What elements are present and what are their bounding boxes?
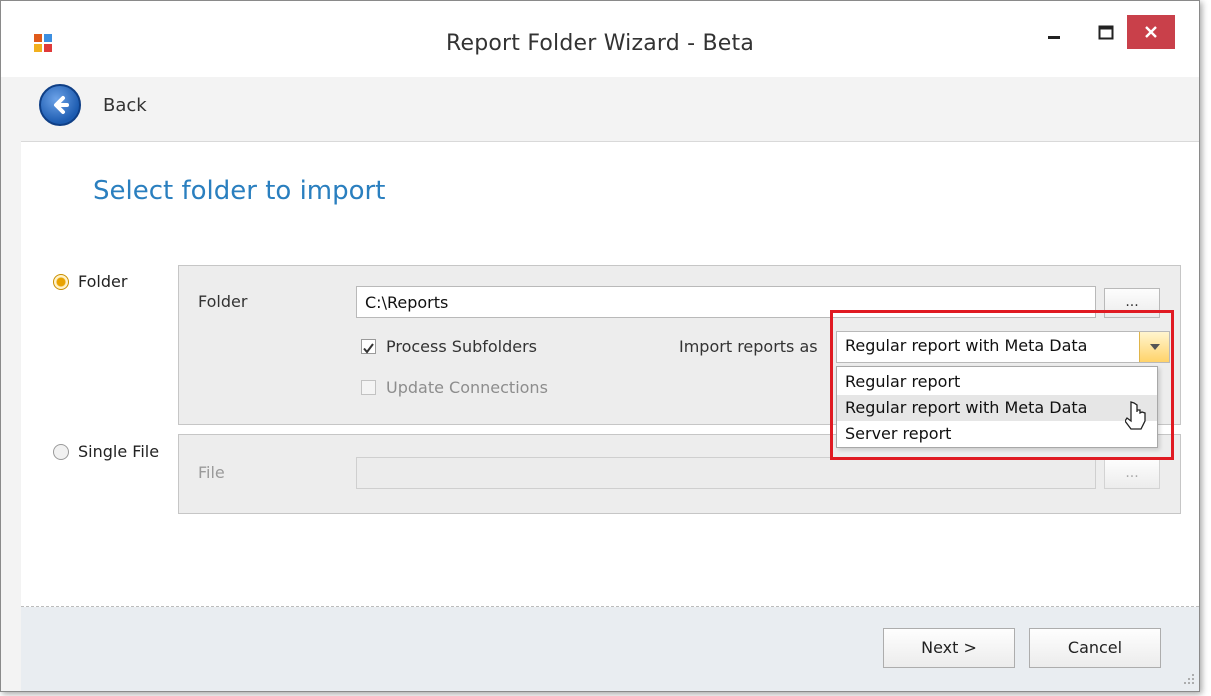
maximize-button[interactable]	[1083, 15, 1129, 51]
window-title: Report Folder Wizard - Beta	[446, 31, 754, 56]
process-subfolders-label[interactable]: Process Subfolders	[386, 337, 537, 356]
resize-grip-icon[interactable]	[1183, 673, 1195, 685]
file-path-input[interactable]	[356, 457, 1096, 489]
import-as-label: Import reports as	[679, 337, 818, 356]
title-bar[interactable]: Report Folder Wizard - Beta	[1, 1, 1199, 77]
back-label: Back	[103, 94, 147, 116]
back-button[interactable]: Back	[39, 84, 147, 126]
single-file-radio[interactable]	[53, 444, 69, 460]
page-heading: Select folder to import	[93, 176, 386, 206]
file-field-label: File	[198, 463, 225, 482]
process-subfolders-checkbox[interactable]	[361, 339, 376, 354]
wizard-content: Select folder to import Folder Folder ..…	[21, 141, 1199, 608]
next-button[interactable]: Next >	[883, 628, 1015, 668]
folder-field-label: Folder	[198, 292, 248, 311]
file-browse-button[interactable]: ...	[1104, 459, 1160, 489]
update-connections-label[interactable]: Update Connections	[386, 378, 548, 397]
back-arrow-icon	[39, 84, 81, 126]
mouse-cursor-icon	[1125, 401, 1146, 430]
cancel-button[interactable]: Cancel	[1029, 628, 1161, 668]
single-file-radio-label[interactable]: Single File	[78, 442, 159, 461]
minimize-button[interactable]	[1031, 15, 1077, 51]
close-button[interactable]	[1127, 15, 1175, 49]
footer-bar: Next > Cancel	[21, 607, 1199, 691]
highlight-box	[830, 310, 1174, 460]
update-connections-checkbox[interactable]	[361, 380, 376, 395]
close-icon	[1145, 26, 1157, 38]
wizard-window: Report Folder Wizard - Beta Back Select …	[0, 0, 1200, 692]
minimize-icon	[1048, 36, 1060, 39]
folder-radio[interactable]	[53, 274, 69, 290]
checkmark-icon	[363, 343, 374, 354]
maximize-icon	[1098, 25, 1114, 40]
folder-radio-label[interactable]: Folder	[78, 272, 127, 291]
